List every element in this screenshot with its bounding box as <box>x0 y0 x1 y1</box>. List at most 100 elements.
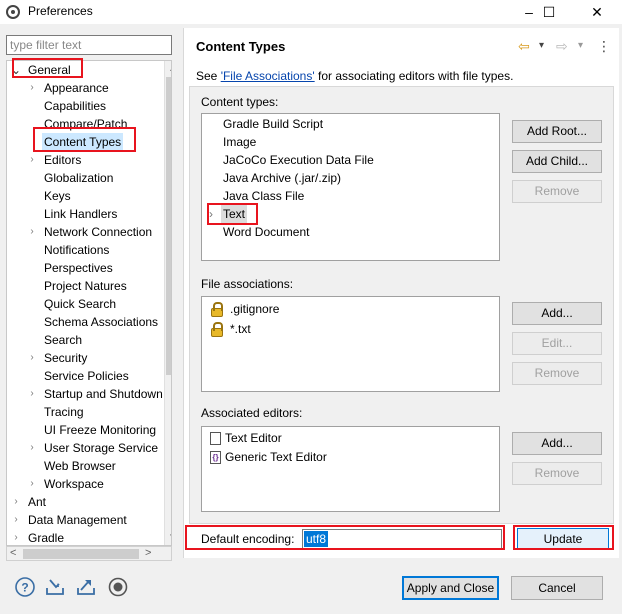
file-assoc-remove-button[interactable]: Remove <box>512 362 602 385</box>
tree-item[interactable]: Schema Associations <box>7 313 164 331</box>
tree-item[interactable]: Quick Search <box>7 295 164 313</box>
content-type-item[interactable]: Word Document <box>202 223 492 241</box>
horizontal-scrollbar[interactable]: < > <box>6 546 172 561</box>
vertical-scrollbar[interactable]: ▲ ▼ <box>164 61 171 545</box>
content-type-item[interactable]: JaCoCo Execution Data File <box>202 151 492 169</box>
tree-item-label: Link Handlers <box>44 207 118 221</box>
import-icon[interactable] <box>44 576 66 598</box>
collapsed-twisty-icon[interactable] <box>27 205 37 223</box>
scroll-down-icon[interactable]: ▼ <box>165 529 171 545</box>
tree-item[interactable]: Link Handlers <box>7 205 164 223</box>
collapsed-twisty-icon[interactable]: › <box>27 475 37 493</box>
close-button[interactable]: ✕ <box>578 0 616 24</box>
maximize-button[interactable]: ☐ <box>530 0 568 24</box>
tree-item[interactable]: › User Storage Service <box>7 439 164 457</box>
tree-item-label: Tracing <box>44 405 84 419</box>
tree-item[interactable]: Capabilities <box>7 97 164 115</box>
list-item[interactable]: Text Editor <box>208 429 488 447</box>
collapsed-twisty-icon[interactable] <box>27 313 37 331</box>
scroll-right-icon[interactable]: > <box>145 547 151 559</box>
forward-dropdown-icon[interactable]: ▾ <box>578 40 583 51</box>
text-editor-icon <box>210 432 221 445</box>
record-icon[interactable] <box>107 576 129 598</box>
tree-item[interactable]: UI Freeze Monitoring <box>7 421 164 439</box>
collapsed-twisty-icon[interactable]: › <box>11 493 21 511</box>
collapsed-twisty-icon[interactable] <box>27 421 37 439</box>
tree-item[interactable]: Search <box>7 331 164 349</box>
tree-item[interactable]: › Workspace <box>7 475 164 493</box>
scroll-thumb[interactable] <box>166 77 171 375</box>
tree-item[interactable]: › Ant <box>7 493 164 511</box>
content-types-list[interactable]: Gradle Build Script Image JaCoCo Execution… <box>201 113 500 261</box>
content-type-item[interactable]: Image <box>202 133 492 151</box>
tree-item[interactable]: › Appearance <box>7 79 164 97</box>
tree-item[interactable]: › Data Management <box>7 511 164 529</box>
collapsed-twisty-icon[interactable]: › <box>27 79 37 97</box>
tree-item[interactable]: › Security <box>7 349 164 367</box>
editor-remove-button[interactable]: Remove <box>512 462 602 485</box>
tree-item-label: Ant <box>28 495 47 509</box>
list-item[interactable]: {} Generic Text Editor <box>208 448 488 466</box>
tree-item[interactable]: Web Browser <box>7 457 164 475</box>
collapsed-twisty-icon[interactable] <box>27 331 37 349</box>
file-associations-note: See 'File Associations' for associating … <box>196 69 513 83</box>
tree-item[interactable]: › Gradle <box>7 529 164 545</box>
collapsed-twisty-icon[interactable] <box>27 295 37 313</box>
tree-item[interactable]: Notifications <box>7 241 164 259</box>
tree-item[interactable]: Service Policies <box>7 367 164 385</box>
tree-item[interactable]: › Editors <box>7 151 164 169</box>
collapsed-twisty-icon[interactable] <box>27 277 37 295</box>
forward-arrow-icon[interactable]: ⇨ <box>556 38 568 55</box>
content-type-item[interactable]: Java Archive (.jar/.zip) <box>202 169 492 187</box>
tree-item[interactable]: Project Natures <box>7 277 164 295</box>
add-child-button[interactable]: Add Child... <box>512 150 602 173</box>
filter-input[interactable] <box>6 35 172 55</box>
collapsed-twisty-icon[interactable]: › <box>27 151 37 169</box>
collapsed-twisty-icon[interactable] <box>27 259 37 277</box>
list-item[interactable]: .gitignore <box>208 300 488 318</box>
collapsed-twisty-icon[interactable]: › <box>27 349 37 367</box>
view-menu-icon[interactable]: ⋮ <box>597 38 611 55</box>
collapsed-twisty-icon[interactable]: › <box>11 511 21 529</box>
collapsed-twisty-icon[interactable]: › <box>27 223 37 241</box>
tree-item-label: Keys <box>44 189 71 203</box>
scroll-left-icon[interactable]: < <box>10 547 16 559</box>
collapsed-twisty-icon[interactable]: › <box>27 385 37 403</box>
collapsed-twisty-icon[interactable] <box>27 403 37 421</box>
file-assoc-add-button[interactable]: Add... <box>512 302 602 325</box>
tree-item[interactable]: Keys <box>7 187 164 205</box>
content-type-item[interactable]: Gradle Build Script <box>202 115 492 133</box>
file-associations-list[interactable]: .gitignore *.txt <box>201 296 500 392</box>
editor-add-button[interactable]: Add... <box>512 432 602 455</box>
tree-item[interactable]: Perspectives <box>7 259 164 277</box>
horizontal-scroll-thumb[interactable] <box>23 549 139 559</box>
collapsed-twisty-icon[interactable] <box>27 97 37 115</box>
help-icon[interactable]: ? <box>14 576 36 598</box>
tree-item[interactable]: › Startup and Shutdown <box>7 385 164 403</box>
file-associations-link[interactable]: 'File Associations' <box>221 69 315 83</box>
collapsed-twisty-icon[interactable] <box>27 457 37 475</box>
cancel-button[interactable]: Cancel <box>511 576 603 600</box>
tree-item[interactable]: Tracing <box>7 403 164 421</box>
content-type-remove-button[interactable]: Remove <box>512 180 602 203</box>
collapsed-twisty-icon[interactable] <box>27 169 37 187</box>
list-item[interactable]: *.txt <box>208 320 488 338</box>
file-assoc-edit-button[interactable]: Edit... <box>512 332 602 355</box>
highlight-text <box>207 203 258 225</box>
add-root-button[interactable]: Add Root... <box>512 120 602 143</box>
back-dropdown-icon[interactable]: ▾ <box>539 40 544 51</box>
back-arrow-icon[interactable]: ⇦ <box>518 38 530 55</box>
apply-and-close-button[interactable]: Apply and Close <box>402 576 499 600</box>
associated-editors-list[interactable]: Text Editor {} Generic Text Editor <box>201 426 500 512</box>
page-title: Content Types <box>196 39 286 54</box>
collapsed-twisty-icon[interactable] <box>27 187 37 205</box>
tree-item[interactable]: › Network Connection <box>7 223 164 241</box>
collapsed-twisty-icon[interactable] <box>27 241 37 259</box>
collapsed-twisty-icon[interactable]: › <box>27 439 37 457</box>
scroll-up-icon[interactable]: ▲ <box>165 61 171 77</box>
collapsed-twisty-icon[interactable] <box>27 367 37 385</box>
tree-item-label: Editors <box>44 153 82 167</box>
export-icon[interactable] <box>75 576 97 598</box>
collapsed-twisty-icon[interactable]: › <box>11 529 21 545</box>
tree-item[interactable]: Globalization <box>7 169 164 187</box>
